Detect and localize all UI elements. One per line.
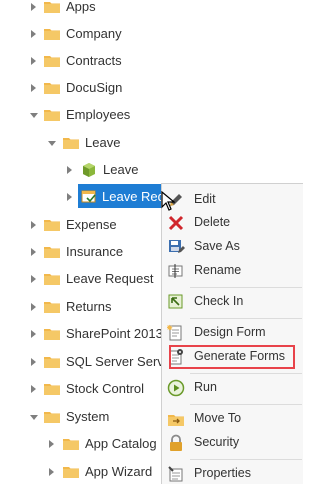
folder-icon xyxy=(44,382,60,395)
tree-item-contracts[interactable]: Contracts xyxy=(0,48,302,75)
menu-item-delete[interactable]: Delete xyxy=(162,211,303,235)
expand-arrow-icon[interactable] xyxy=(31,3,36,11)
expand-arrow-icon[interactable] xyxy=(31,330,36,338)
menu-item-design-form[interactable]: Design Form xyxy=(162,321,303,345)
folder-icon xyxy=(44,54,60,67)
menu-item-move-to[interactable]: Move To xyxy=(162,407,303,431)
smartobject-cube-icon xyxy=(81,162,97,178)
folder-icon xyxy=(44,300,60,313)
folder-icon xyxy=(44,327,60,340)
menu-item-label: Rename xyxy=(194,263,242,277)
menu-separator xyxy=(190,459,302,460)
tree-item-label: System xyxy=(66,409,110,424)
tree-item-leave-folder[interactable]: Leave xyxy=(0,130,302,157)
menu-item-run[interactable]: Run xyxy=(162,376,303,400)
tree-item-label: Leave xyxy=(103,162,139,177)
collapse-arrow-icon[interactable] xyxy=(30,113,38,118)
menu-item-label: Move To xyxy=(194,411,242,425)
folder-icon xyxy=(44,81,60,94)
menu-item-label: Check In xyxy=(194,294,244,308)
folder-icon xyxy=(63,437,79,450)
expand-arrow-icon[interactable] xyxy=(67,166,72,174)
menu-item-rename[interactable]: Rename xyxy=(162,259,303,283)
tree-item-label: DocuSign xyxy=(66,80,123,95)
menu-item-label: Properties xyxy=(194,466,251,480)
menu-item-label: Design Form xyxy=(194,325,266,339)
menu-item-properties[interactable]: Properties xyxy=(162,462,303,486)
expand-arrow-icon[interactable] xyxy=(49,440,54,448)
expand-arrow-icon[interactable] xyxy=(31,57,36,65)
expand-arrow-icon[interactable] xyxy=(31,303,36,311)
folder-icon xyxy=(44,0,60,13)
expand-arrow-icon[interactable] xyxy=(31,84,36,92)
tree-item-company[interactable]: Company xyxy=(0,21,302,48)
collapse-arrow-icon[interactable] xyxy=(48,141,56,146)
menu-item-check-in[interactable]: Check In xyxy=(162,290,303,314)
expand-arrow-icon[interactable] xyxy=(31,275,36,283)
tree-item-label: Contracts xyxy=(66,53,122,68)
menu-item-label: Run xyxy=(194,380,217,394)
folder-icon xyxy=(63,465,79,478)
menu-item-edit[interactable]: Edit xyxy=(162,188,303,212)
tree-item-label: App Wizard xyxy=(85,464,153,479)
expand-arrow-icon[interactable] xyxy=(31,385,36,393)
menu-separator xyxy=(190,318,302,319)
folder-open-icon xyxy=(44,410,60,423)
expand-arrow-icon[interactable] xyxy=(31,221,36,229)
tree-item-label: App Catalog xyxy=(85,436,157,451)
design-form-icon xyxy=(166,324,185,342)
tree-item-employees[interactable]: Employees xyxy=(0,102,302,129)
folder-icon xyxy=(44,272,60,285)
menu-separator xyxy=(190,404,302,405)
tree-item-label: Company xyxy=(66,26,122,41)
expand-arrow-icon[interactable] xyxy=(49,468,54,476)
tree-item-label: SharePoint 2013 xyxy=(66,326,163,341)
expand-arrow-icon[interactable] xyxy=(31,30,36,38)
mouse-cursor-icon xyxy=(161,190,176,214)
folder-open-icon xyxy=(44,108,60,121)
save-as-icon xyxy=(167,238,185,256)
expand-arrow-icon[interactable] xyxy=(31,248,36,256)
folder-icon xyxy=(44,27,60,40)
menu-separator xyxy=(190,373,302,374)
run-icon xyxy=(167,379,185,397)
move-to-icon xyxy=(167,410,185,428)
folder-icon xyxy=(44,218,60,231)
generate-forms-highlight-box xyxy=(169,345,295,369)
menu-item-save-as[interactable]: Save As xyxy=(162,235,303,259)
context-menu: Edit Delete Save As Rename Check In Desi… xyxy=(161,183,303,484)
expand-arrow-icon[interactable] xyxy=(31,358,36,366)
tree-item-docusign[interactable]: DocuSign xyxy=(0,75,302,102)
menu-separator xyxy=(190,287,302,288)
form-icon xyxy=(81,189,97,205)
tree-item-label: Returns xyxy=(66,299,112,314)
lock-icon xyxy=(167,434,185,452)
expand-arrow-icon[interactable] xyxy=(67,193,72,201)
menu-item-label: Save As xyxy=(194,239,240,253)
tree-item-label: Employees xyxy=(66,107,131,122)
tree-item-leave-smartobject[interactable]: Leave xyxy=(0,157,302,184)
rename-icon xyxy=(167,262,185,280)
tree-item-label: Stock Control xyxy=(66,381,145,396)
tree-item-label: Leave xyxy=(85,135,121,150)
folder-icon xyxy=(44,245,60,258)
tree-item-label: Leave Request xyxy=(66,271,154,286)
menu-item-label: Security xyxy=(194,435,240,449)
check-in-icon xyxy=(167,293,185,311)
tree-item-label: Insurance xyxy=(66,244,124,259)
menu-item-label: Edit xyxy=(194,192,216,206)
menu-item-label: Delete xyxy=(194,215,231,229)
properties-icon xyxy=(167,465,185,483)
tree-item-label: Apps xyxy=(66,0,96,14)
tree-item-apps[interactable]: Apps xyxy=(0,0,302,21)
menu-item-security[interactable]: Security xyxy=(162,431,303,455)
tree-item-label: Expense xyxy=(66,217,117,232)
collapse-arrow-icon[interactable] xyxy=(30,415,38,420)
folder-open-icon xyxy=(63,136,79,149)
delete-x-icon xyxy=(167,214,185,232)
folder-icon xyxy=(44,355,60,368)
tree-item-label: SQL Server Servic xyxy=(66,354,174,369)
